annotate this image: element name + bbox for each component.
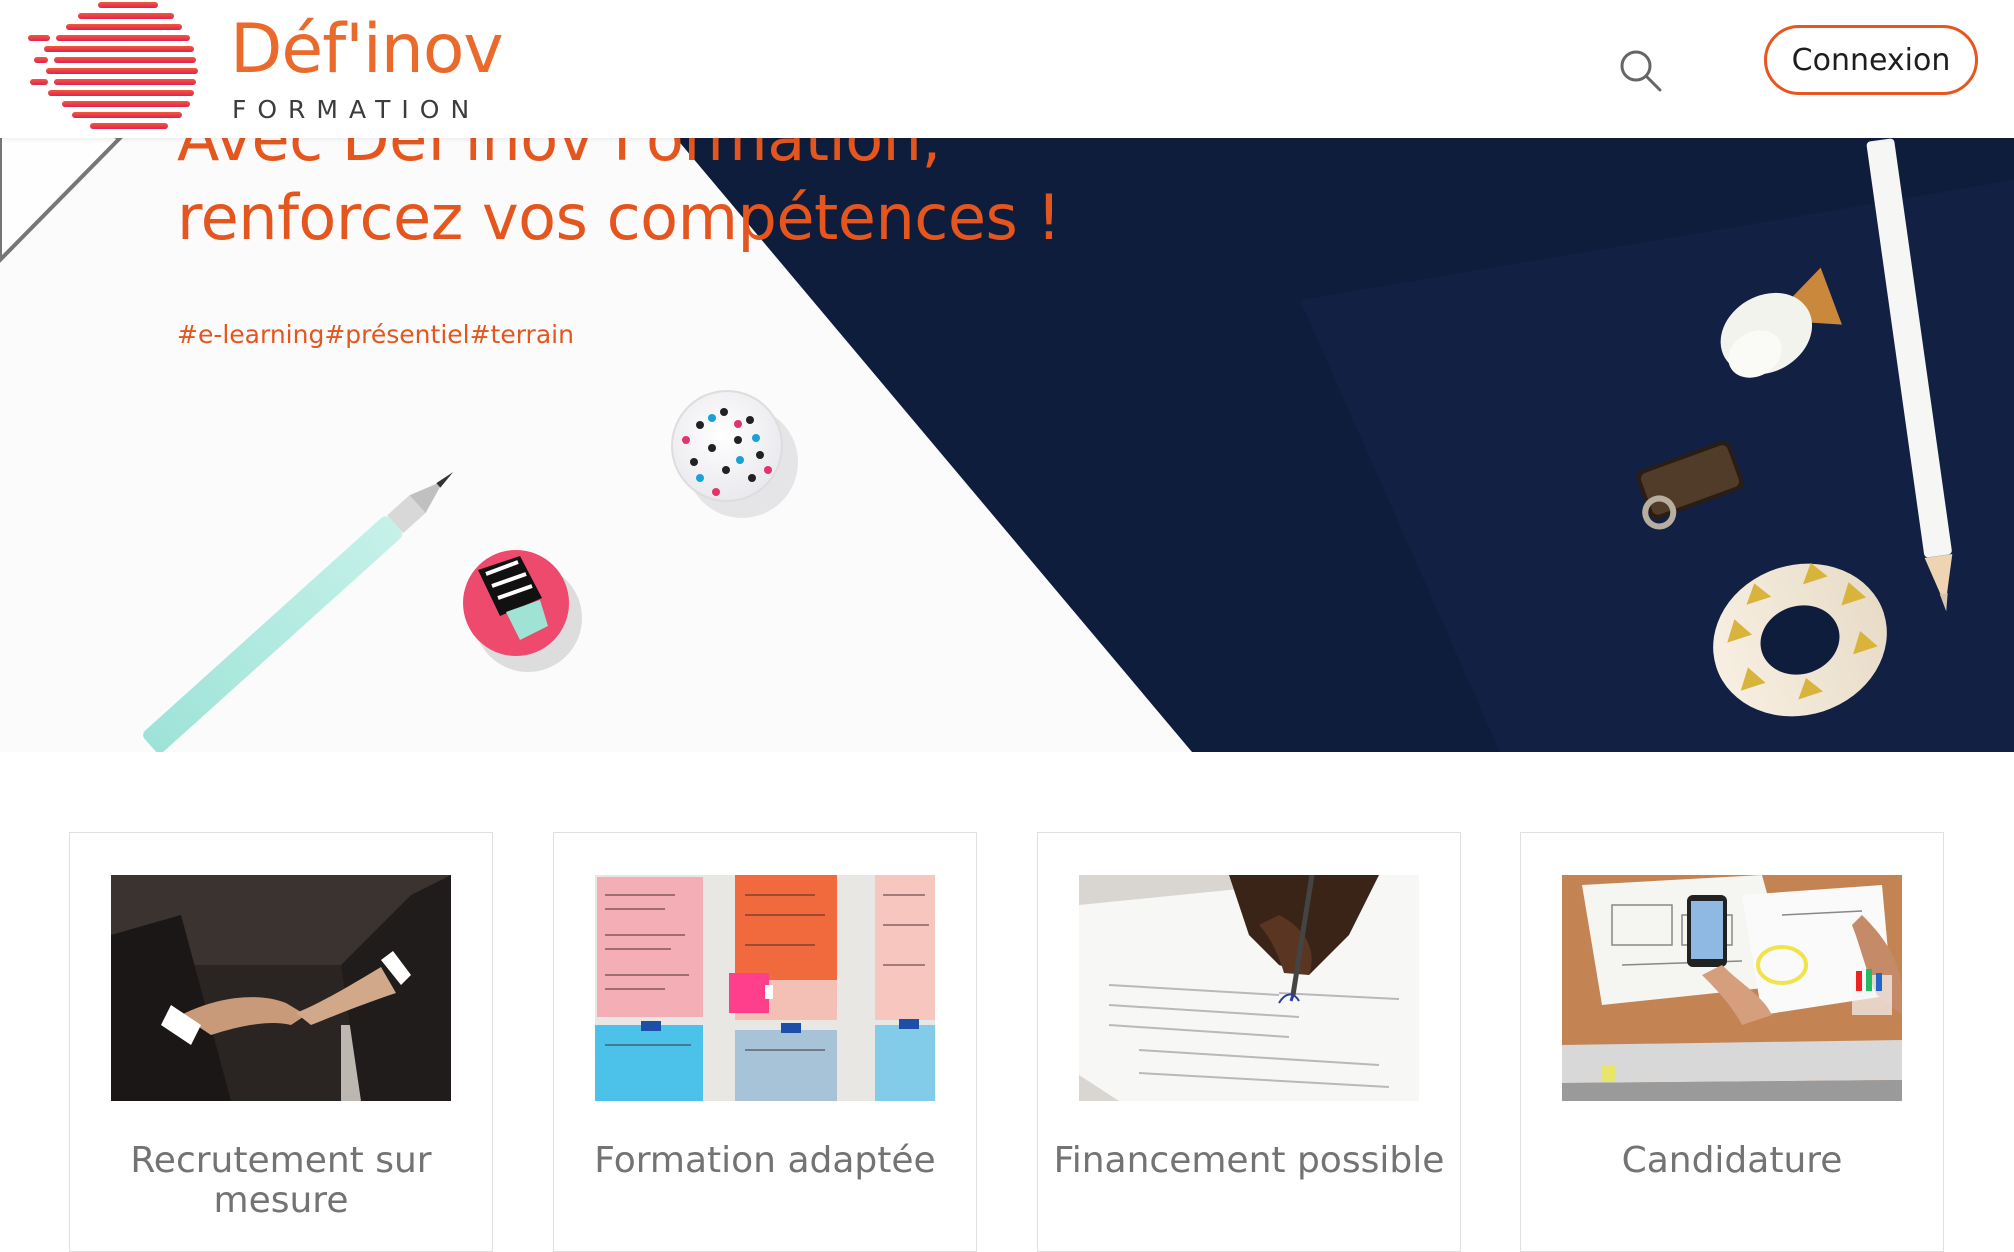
search-icon xyxy=(1620,50,1662,92)
card-title: Recrutement sur mesure xyxy=(130,1140,432,1221)
site-header: Déf'inov FORMATION Connexion xyxy=(0,0,2014,138)
card-title: Formation adaptée xyxy=(594,1140,936,1181)
card-title: Financement possible xyxy=(1053,1140,1445,1181)
hero-hashtags: #e-learning#présentiel#terrain xyxy=(177,320,574,349)
logo-name: Déf'inov xyxy=(230,10,504,89)
card-image-handshake xyxy=(111,875,451,1101)
card-financement[interactable]: Financement possible xyxy=(1037,832,1461,1252)
site-logo[interactable]: Déf'inov FORMATION xyxy=(26,0,526,138)
search-button[interactable] xyxy=(1616,46,1666,96)
card-title: Candidature xyxy=(1621,1140,1843,1181)
card-recrutement[interactable]: Recrutement sur mesure xyxy=(69,832,493,1252)
logo-mark-icon xyxy=(28,2,198,129)
card-candidature[interactable]: Candidature xyxy=(1520,832,1944,1252)
card-image-sticky-notes xyxy=(595,875,935,1101)
card-formation[interactable]: Formation adaptée xyxy=(553,832,977,1252)
card-image-desk xyxy=(1562,875,1902,1101)
login-button[interactable]: Connexion xyxy=(1764,25,1978,95)
service-cards: Recrutement sur mesure Formation adaptée… xyxy=(0,832,2014,1252)
logo-subtitle: FORMATION xyxy=(232,95,481,124)
card-image-signing xyxy=(1079,875,1419,1101)
hero-headline-line2: renforcez vos compétences ! xyxy=(177,181,1061,254)
